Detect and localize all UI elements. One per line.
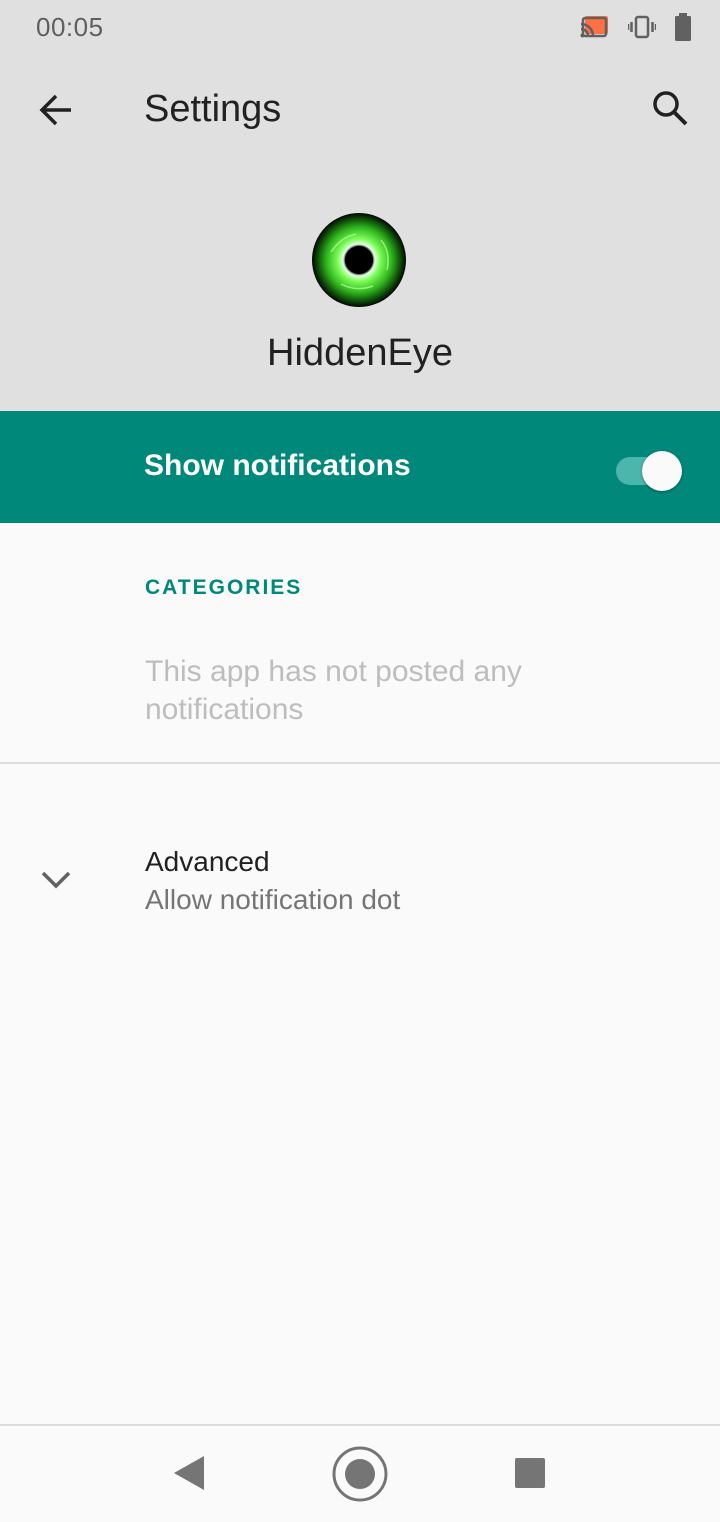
search-button[interactable] (642, 82, 698, 138)
app-name: HiddenEye (267, 332, 453, 374)
nav-back-icon[interactable] (168, 1452, 208, 1494)
no-notifications-text: This app has not posted any notification… (145, 655, 522, 726)
show-notifications-toggle[interactable] (616, 451, 682, 491)
advanced-title: Advanced (145, 846, 270, 877)
search-icon (651, 89, 689, 132)
arrow-back-icon (38, 92, 74, 133)
nav-recents-icon[interactable] (513, 1456, 547, 1490)
status-time: 00:05 (36, 12, 104, 42)
advanced-row[interactable]: Advanced Allow notification dot (0, 820, 720, 940)
divider (0, 762, 720, 764)
battery-icon (674, 13, 692, 41)
show-notifications-label: Show notifications (144, 449, 411, 482)
chevron-down-icon (36, 864, 76, 894)
cast-icon (580, 15, 610, 39)
advanced-summary: Allow notification dot (145, 884, 401, 915)
app-bar: Settings (0, 56, 720, 166)
nav-home-icon[interactable] (330, 1444, 390, 1504)
show-notifications-row[interactable]: Show notifications (0, 411, 720, 523)
toggle-thumb (642, 451, 682, 491)
vibrate-icon (628, 15, 656, 39)
green-eye-app-icon (311, 212, 407, 308)
page-title: Settings (144, 88, 282, 130)
back-button[interactable] (28, 84, 84, 140)
categories-header: CATEGORIES (145, 576, 303, 599)
status-bar: 00:05 (0, 0, 720, 56)
navigation-bar (0, 1424, 720, 1522)
app-header: HiddenEye (0, 166, 720, 411)
status-icons (580, 12, 692, 42)
